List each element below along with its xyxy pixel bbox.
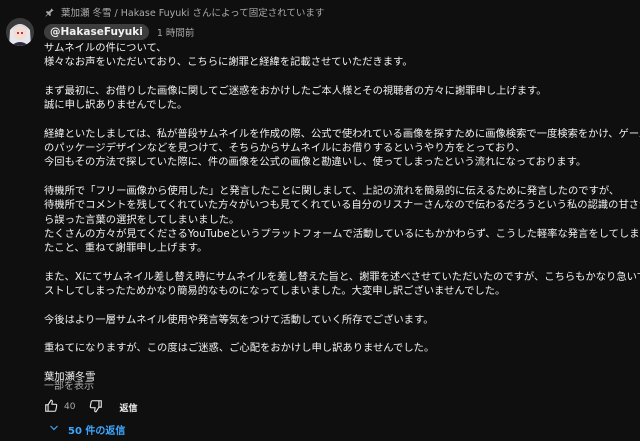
- comment-line: たこと、重ねて謝罪申し上げます。: [44, 242, 208, 255]
- thumbs-up-icon: [44, 398, 58, 417]
- comment-line: 待機所で「フリー画像から使用した」と発言したことに関しまして、上記の流れを簡易的…: [44, 184, 620, 197]
- comment-line: また、Xにてサムネイル差し替え時にサムネイルを差し替えた旨と、謝罪を述べさせてい…: [44, 270, 640, 283]
- like-count: 40: [64, 402, 76, 412]
- comment-line: 様々なお声をいただいており、こちらに謝罪と経緯を記載させていただきます。: [44, 56, 413, 69]
- author-row: @HakaseFuyuki 1 時間前: [44, 24, 194, 40]
- view-replies-button[interactable]: 50 件の返信: [48, 422, 126, 437]
- comment-paragraph: まず最初に、お借りした画像に関してご迷惑をおかけしたご本人様とその視聴者の方々に…: [44, 84, 636, 113]
- comment-line: ストしてしまったためかなり簡易的なものになってしまいました。大変申し訳ございませ…: [44, 285, 506, 298]
- comment-paragraph: 今後はより一層サムネイル使用や発言等気をつけて活動していく所存でございます。: [44, 313, 636, 327]
- pin-icon: [44, 7, 55, 18]
- comment-text: サムネイルの件について、様々なお声をいただいており、こちらに謝罪と経緯を記載させ…: [44, 41, 640, 398]
- replies-count-label: 50 件の返信: [68, 425, 126, 437]
- pinned-indicator: 葉加瀬 冬雪 / Hakase Fuyuki さんによって固定されています: [44, 4, 324, 20]
- comment-line: 待機所でコメントを残してくれていた方々がいつも見てくれている自分のリスナーさんな…: [44, 199, 640, 212]
- comment-paragraph: また、Xにてサムネイル差し替え時にサムネイルを差し替えた旨と、謝罪を述べさせてい…: [44, 270, 640, 299]
- comment-timestamp[interactable]: 1 時間前: [157, 25, 195, 39]
- comment-line: 経緯といたしましては、私が普段サムネイルを作成の際、公式で使われている画像を探す…: [44, 127, 640, 140]
- comment-paragraph: 経緯といたしましては、私が普段サムネイルを作成の際、公式で使われている画像を探す…: [44, 127, 640, 170]
- comment-paragraph: サムネイルの件について、様々なお声をいただいており、こちらに謝罪と経緯を記載させ…: [44, 41, 636, 70]
- comment-line: 今後はより一層サムネイル使用や発言等気をつけて活動していく所存でございます。: [44, 313, 434, 326]
- comment-line: たくさんの方々が見てくださるYouTubeというプラットフォームで活動しているに…: [44, 227, 640, 240]
- like-button[interactable]: [44, 398, 58, 417]
- comment-paragraph: 重ねてになりますが、この度はご迷惑、ご心配をおかけし申し訳ありませんでした。: [44, 341, 636, 355]
- comment-paragraph: 葉加瀬冬雪: [44, 370, 636, 384]
- comment-line: 今回もその方法で探していた際に、件の画像を公式の画像と勘違いし、使ってしまったと…: [44, 156, 587, 169]
- comment-line: のパッケージデザインなどを見つけて、そちらからサムネイルにお借りするというやり方…: [44, 142, 526, 155]
- comment-line: ら誤った言葉の選択をしてしまいました。: [44, 213, 240, 226]
- show-less-button[interactable]: 一部を表示: [44, 377, 94, 392]
- comment-line: 葉加瀬冬雪: [44, 370, 96, 383]
- avatar[interactable]: [6, 18, 34, 46]
- comment-actions: 40 返信: [44, 398, 137, 416]
- comment-paragraph: 待機所で「フリー画像から使用した」と発言したことに関しまして、上記の流れを簡易的…: [44, 184, 640, 255]
- pinned-text: 葉加瀬 冬雪 / Hakase Fuyuki さんによって固定されています: [61, 8, 325, 19]
- comment-line: 誠に申し訳ありませんでした。: [44, 99, 188, 112]
- comment-line: 重ねてになりますが、この度はご迷惑、ご心配をおかけし申し訳ありませんでした。: [44, 342, 435, 355]
- chevron-down-icon: [48, 422, 60, 437]
- author-handle[interactable]: @HakaseFuyuki: [44, 24, 149, 40]
- dislike-button[interactable]: [89, 398, 103, 417]
- comment-line: サムネイルの件について、: [44, 42, 167, 54]
- comment-line: まず最初に、お借りした画像に関してご迷惑をおかけしたご本人様とその視聴者の方々に…: [44, 84, 547, 97]
- thumbs-down-icon: [89, 398, 103, 417]
- reply-button[interactable]: 返信: [119, 401, 137, 414]
